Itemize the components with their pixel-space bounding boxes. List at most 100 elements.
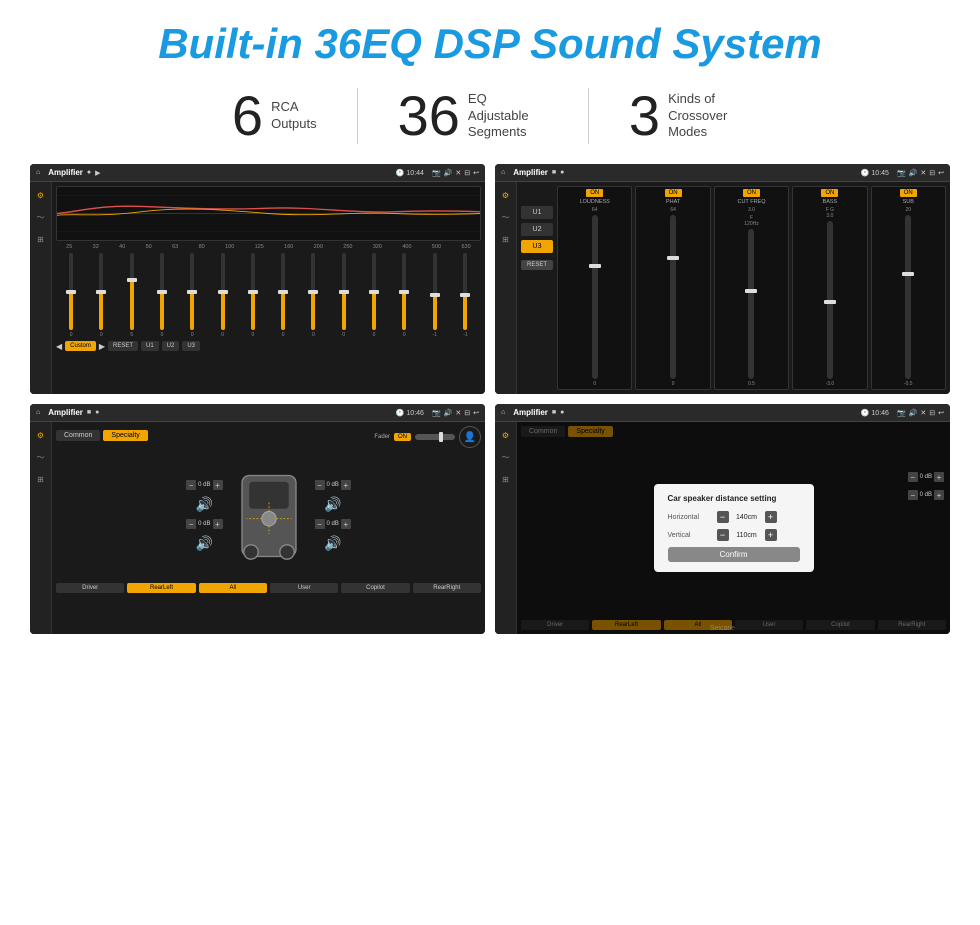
play-icon-top: ▶ xyxy=(95,169,100,177)
plus-tr[interactable]: + xyxy=(341,480,351,490)
eq-slider-13: -1 xyxy=(433,253,437,338)
db-val-br: 0 dB xyxy=(327,521,339,527)
screen4: ⌂ Amplifier ■● 🕐 10:46 📷 🔊 ✕ ⊟ ↩ ⚙ 〜 xyxy=(495,404,950,634)
minus-tl[interactable]: − xyxy=(186,480,196,490)
screen2-sidenav: ⚙ 〜 ⊞ xyxy=(495,182,517,394)
rearright-btn[interactable]: RearRight xyxy=(413,583,481,593)
plus-bl[interactable]: + xyxy=(213,519,223,529)
nav2-wave: 〜 xyxy=(499,210,513,224)
nav2-eq: ⚙ xyxy=(499,188,513,202)
camera-icon: 📷 xyxy=(432,169,441,177)
screen3-time: 🕐 10:46 xyxy=(396,409,424,417)
nav3-eq: ⚙ xyxy=(34,428,48,442)
eq2-channels-area: ON LOUDNESS 64 0 ON PHAT 64 xyxy=(557,186,946,390)
db-control-bl: − 0 dB + xyxy=(186,519,222,529)
home-icon: ⌂ xyxy=(36,169,40,176)
ch-phat: ON PHAT 64 0 xyxy=(635,186,710,390)
screen3-top-icons: 📷 🔊 ✕ ⊟ ↩ xyxy=(432,409,479,417)
dot32: ● xyxy=(95,409,99,416)
ch-cutfreq: ON CUT FREQ 3.0 F 120Hz 0.5 xyxy=(714,186,789,390)
copilot-btn[interactable]: Copilot xyxy=(341,583,409,593)
screen3-title: Amplifier xyxy=(48,408,83,417)
page-title: Built-in 36EQ DSP Sound System xyxy=(30,20,950,68)
nav4-wave: 〜 xyxy=(499,450,513,464)
vertical-minus[interactable]: − xyxy=(717,529,729,541)
screen1-container: ⌂ Amplifier ● ▶ 🕐 10:44 📷 🔊 ✕ ⊟ ↩ ⚙ xyxy=(30,164,485,394)
u3-sel[interactable]: U3 xyxy=(521,240,553,253)
horizontal-minus[interactable]: − xyxy=(717,511,729,523)
db-val-tl: 0 dB xyxy=(198,482,210,488)
user-btn[interactable]: User xyxy=(270,583,338,593)
vertical-plus[interactable]: + xyxy=(765,529,777,541)
driver-btn[interactable]: Driver xyxy=(56,583,124,593)
ch-phat-on: ON xyxy=(665,189,682,197)
ch-loudness-on: ON xyxy=(586,189,603,197)
home3: ⌂ xyxy=(36,409,40,416)
page-wrapper: Built-in 36EQ DSP Sound System 6 RCAOutp… xyxy=(0,0,980,925)
u-buttons: U1 U2 U3 RESET xyxy=(521,186,553,390)
back-icon: ↩ xyxy=(473,169,479,177)
db-control-tl: − 0 dB + xyxy=(186,480,222,490)
screen4-time: 🕐 10:46 xyxy=(861,409,889,417)
plus-tl[interactable]: + xyxy=(213,480,223,490)
nav-eq-icon: ⚙ xyxy=(34,188,48,202)
u2-btn[interactable]: U2 xyxy=(162,341,180,351)
all-btn[interactable]: All xyxy=(199,583,267,593)
nav-wave-icon: 〜 xyxy=(34,210,48,224)
u1-btn[interactable]: U1 xyxy=(141,341,159,351)
screen2-title: Amplifier xyxy=(513,168,548,177)
tab-bar3: Common Specialty xyxy=(56,430,148,441)
nav4-split: ⊞ xyxy=(499,472,513,486)
stats-row: 6 RCAOutputs 36 EQ AdjustableSegments 3 … xyxy=(30,88,950,144)
confirm-button[interactable]: Confirm xyxy=(668,547,800,562)
ch-loudness: ON LOUDNESS 64 0 xyxy=(557,186,632,390)
stat-eq-number: 36 xyxy=(398,88,460,144)
dialog-horizontal-row: Horizontal − 140cm + xyxy=(668,511,800,523)
nav3-wave: 〜 xyxy=(34,450,48,464)
plus-br[interactable]: + xyxy=(341,519,351,529)
vol4: 🔊 xyxy=(909,409,918,417)
screen4-container: ⌂ Amplifier ■● 🕐 10:46 📷 🔊 ✕ ⊟ ↩ ⚙ 〜 xyxy=(495,404,950,634)
tab-common[interactable]: Common xyxy=(56,430,100,441)
dot41: ■ xyxy=(552,409,556,416)
dialog-overlay: Car speaker distance setting Horizontal … xyxy=(517,422,950,634)
tab-specialty[interactable]: Specialty xyxy=(103,430,147,441)
horizontal-plus[interactable]: + xyxy=(765,511,777,523)
screen1-title: Amplifier xyxy=(48,168,83,177)
eq-slider-2: 0 xyxy=(99,253,103,338)
dot31: ■ xyxy=(87,409,91,416)
u1-sel[interactable]: U1 xyxy=(521,206,553,219)
stat-rca-number: 6 xyxy=(232,88,263,144)
back4: ↩ xyxy=(938,409,944,417)
screen1-top-icons: 📷 🔊 ✕ ⊟ ↩ xyxy=(432,169,479,177)
reset2-btn[interactable]: RESET xyxy=(521,260,553,270)
u2-sel[interactable]: U2 xyxy=(521,223,553,236)
u3-btn[interactable]: U3 xyxy=(182,341,200,351)
x4: ✕ xyxy=(920,409,926,417)
stat-rca-label: RCAOutputs xyxy=(271,99,317,133)
custom-btn[interactable]: Custom xyxy=(65,341,96,351)
screen3-sidenav: ⚙ 〜 ⊞ xyxy=(30,422,52,634)
win3: ⊟ xyxy=(464,409,470,417)
screen1-topbar: ⌂ Amplifier ● ▶ 🕐 10:44 📷 🔊 ✕ ⊟ ↩ xyxy=(30,164,485,182)
dialog-vertical-row: Vertical − 110cm + xyxy=(668,529,800,541)
user-icon[interactable]: 👤 xyxy=(459,426,481,448)
eq-labels: 253240506380100125160200250320400500630 xyxy=(56,244,481,250)
dot-icon: ● xyxy=(87,169,91,176)
next-btn[interactable]: ▶ xyxy=(99,342,105,351)
minus-tr[interactable]: − xyxy=(315,480,325,490)
fader-slider[interactable] xyxy=(415,434,455,440)
prev-btn[interactable]: ◀ xyxy=(56,342,62,351)
eq-slider-7: 0 xyxy=(251,253,255,338)
screen1: ⌂ Amplifier ● ▶ 🕐 10:44 📷 🔊 ✕ ⊟ ↩ ⚙ xyxy=(30,164,485,394)
reset-btn[interactable]: RESET xyxy=(108,341,138,351)
rearleft-btn[interactable]: RearLeft xyxy=(127,583,195,593)
screen1-time: 🕐 10:44 xyxy=(396,169,424,177)
distance-dialog: Car speaker distance setting Horizontal … xyxy=(654,484,814,572)
minus-bl[interactable]: − xyxy=(186,519,196,529)
vol3: 🔊 xyxy=(444,409,453,417)
minus-br[interactable]: − xyxy=(315,519,325,529)
back3: ↩ xyxy=(473,409,479,417)
stat-eq-label: EQ AdjustableSegments xyxy=(468,91,548,142)
horizontal-control: − 140cm + xyxy=(717,511,777,523)
